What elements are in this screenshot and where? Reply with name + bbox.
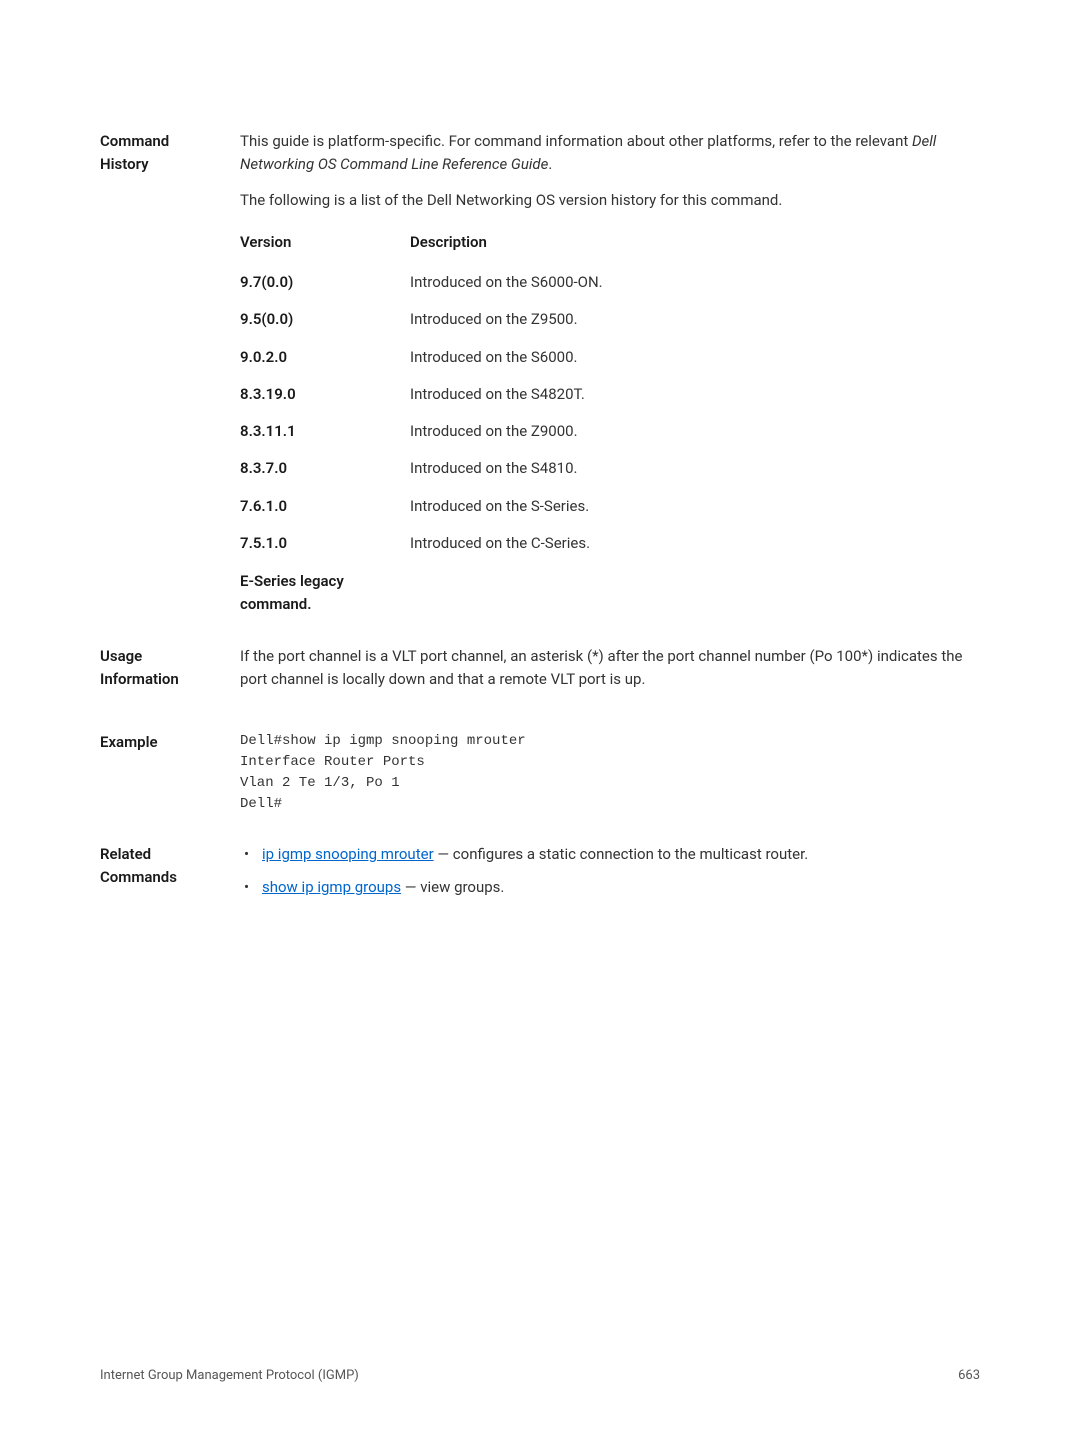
description-cell: Introduced on the Z9500.: [410, 308, 980, 331]
section-content-related: ip igmp snooping mrouter — configures a …: [240, 843, 980, 910]
table-row: 7.5.1.0 Introduced on the C-Series.: [240, 525, 980, 562]
section-label-related: Related Commands: [100, 843, 240, 910]
section-content-command-history: This guide is platform-specific. For com…: [240, 130, 980, 617]
related-commands-list: ip igmp snooping mrouter — configures a …: [240, 843, 980, 900]
header-description: Description: [410, 231, 980, 254]
description-cell: Introduced on the S4810.: [410, 457, 980, 480]
link-show-ip-igmp-groups[interactable]: show ip igmp groups: [262, 878, 401, 896]
description-cell: Introduced on the S6000.: [410, 346, 980, 369]
version-cell: 8.3.7.0: [240, 457, 410, 480]
page-footer: Internet Group Management Protocol (IGMP…: [100, 1366, 980, 1386]
table-header-row: Version Description: [240, 224, 980, 264]
description-cell: Introduced on the Z9000.: [410, 420, 980, 443]
table-row: 8.3.19.0 Introduced on the S4820T.: [240, 376, 980, 413]
empty-cell: [410, 570, 980, 617]
para1-a: This guide is platform-specific. For com…: [240, 132, 912, 150]
version-history-table: Version Description 9.7(0.0) Introduced …: [240, 224, 980, 617]
section-example: Example Dell#show ip igmp snooping mrout…: [100, 731, 980, 815]
table-footer-row: E-Series legacy command.: [240, 562, 980, 617]
version-cell: 7.5.1.0: [240, 532, 410, 555]
section-content-example: Dell#show ip igmp snooping mrouter Inter…: [240, 731, 980, 815]
command-history-para1: This guide is platform-specific. For com…: [240, 130, 980, 177]
version-cell: 8.3.19.0: [240, 383, 410, 406]
list-item-text: — configures a static connection to the …: [434, 845, 809, 863]
version-cell: 8.3.11.1: [240, 420, 410, 443]
section-label-command-history: Command History: [100, 130, 240, 617]
list-item-text: — view groups.: [401, 878, 504, 896]
description-cell: Introduced on the S4820T.: [410, 383, 980, 406]
page-number: 663: [958, 1366, 980, 1386]
section-content-usage: If the port channel is a VLT port channe…: [240, 645, 980, 704]
version-cell: 9.5(0.0): [240, 308, 410, 331]
table-row: 8.3.11.1 Introduced on the Z9000.: [240, 413, 980, 450]
table-row: 9.0.2.0 Introduced on the S6000.: [240, 339, 980, 376]
table-row: 8.3.7.0 Introduced on the S4810.: [240, 450, 980, 487]
link-ip-igmp-snooping-mrouter[interactable]: ip igmp snooping mrouter: [262, 845, 434, 863]
para1-b: .: [548, 155, 552, 173]
description-cell: Introduced on the S6000-ON.: [410, 271, 980, 294]
version-cell: 9.7(0.0): [240, 271, 410, 294]
description-cell: Introduced on the S-Series.: [410, 495, 980, 518]
list-item: show ip igmp groups — view groups.: [240, 876, 980, 899]
usage-text: If the port channel is a VLT port channe…: [240, 645, 980, 692]
table-row: 9.5(0.0) Introduced on the Z9500.: [240, 301, 980, 338]
section-usage-information: Usage Information If the port channel is…: [100, 645, 980, 704]
table-row: 7.6.1.0 Introduced on the S-Series.: [240, 488, 980, 525]
footer-title: Internet Group Management Protocol (IGMP…: [100, 1366, 359, 1386]
section-related-commands: Related Commands ip igmp snooping mroute…: [100, 843, 980, 910]
list-item: ip igmp snooping mrouter — configures a …: [240, 843, 980, 866]
section-label-usage: Usage Information: [100, 645, 240, 704]
table-row: 9.7(0.0) Introduced on the S6000-ON.: [240, 264, 980, 301]
description-cell: Introduced on the C-Series.: [410, 532, 980, 555]
version-cell: 7.6.1.0: [240, 495, 410, 518]
eseries-footer: E-Series legacy command.: [240, 570, 410, 617]
version-cell: 9.0.2.0: [240, 346, 410, 369]
example-code: Dell#show ip igmp snooping mrouter Inter…: [240, 731, 980, 815]
section-command-history: Command History This guide is platform-s…: [100, 130, 980, 617]
header-version: Version: [240, 231, 410, 254]
command-history-para2: The following is a list of the Dell Netw…: [240, 189, 980, 212]
section-label-example: Example: [100, 731, 240, 815]
